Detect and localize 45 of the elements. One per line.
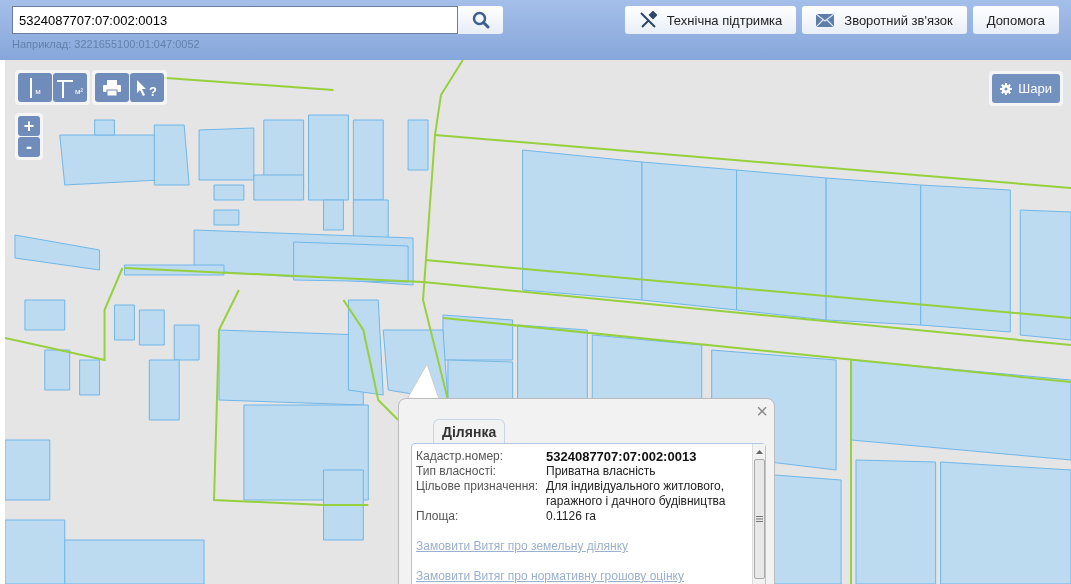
field-label: Площа: <box>416 509 460 524</box>
search-icon <box>471 11 490 29</box>
search-field[interactable]: 5324087707:07:002:0013 <box>12 6 458 34</box>
grip-icon <box>755 516 763 522</box>
land-parcel <box>407 119 429 171</box>
header-button[interactable]: Зворотний зв'язок <box>802 6 967 34</box>
field-value: 0.1126 га <box>546 509 596 524</box>
field-label: Цільове призначення: <box>416 479 540 494</box>
identify-button[interactable]: ? <box>130 73 164 102</box>
order-link[interactable]: Замовити Витяг про нормативну грошову оцінку <box>416 569 684 583</box>
header-button[interactable]: Допомога <box>972 6 1059 34</box>
scroll-thumb[interactable] <box>753 459 765 579</box>
zoom-in-button[interactable]: + <box>18 116 40 136</box>
gear-icon <box>1000 82 1013 95</box>
land-parcel <box>213 184 245 201</box>
measure-button[interactable]: м <box>18 73 52 102</box>
printer-icon <box>103 79 121 96</box>
popup-tab[interactable]: Ділянка <box>433 419 506 443</box>
print-button[interactable] <box>95 73 129 102</box>
field-value: Для індивідуального житлового, гаражного і дачного будівництва <box>546 479 727 509</box>
order-link[interactable]: Замовити Витяг про земельну ділянку <box>416 539 628 553</box>
header-button[interactable]: Технічна підтримка <box>624 6 797 34</box>
field-label: Кадастр.номер: <box>416 449 505 464</box>
land-parcel <box>138 309 165 346</box>
zoom-out-button[interactable]: - <box>18 137 40 157</box>
scroll-up-icon <box>755 450 763 454</box>
land-parcel <box>24 299 66 331</box>
search-button[interactable] <box>458 6 503 34</box>
ruler-corner-icon <box>56 77 73 98</box>
layers-button[interactable]: Шари <box>992 74 1060 103</box>
cursor-icon <box>137 79 147 96</box>
land-parcel <box>213 209 240 226</box>
measure-button[interactable]: м² <box>53 73 87 102</box>
field-value: Приватна власність <box>546 464 656 479</box>
tools-icon <box>638 11 657 29</box>
land-parcel <box>114 304 135 341</box>
popup-pointer <box>405 364 441 400</box>
close-button[interactable]: × <box>756 401 768 421</box>
envelope-icon <box>816 13 835 27</box>
field-value: 5324087707:07:002:0013 <box>546 449 697 464</box>
scrollbar[interactable] <box>752 444 765 584</box>
land-parcel <box>5 439 51 501</box>
field-label: Тип власності: <box>416 464 497 479</box>
land-parcel <box>44 349 71 391</box>
land-parcel <box>79 359 101 396</box>
